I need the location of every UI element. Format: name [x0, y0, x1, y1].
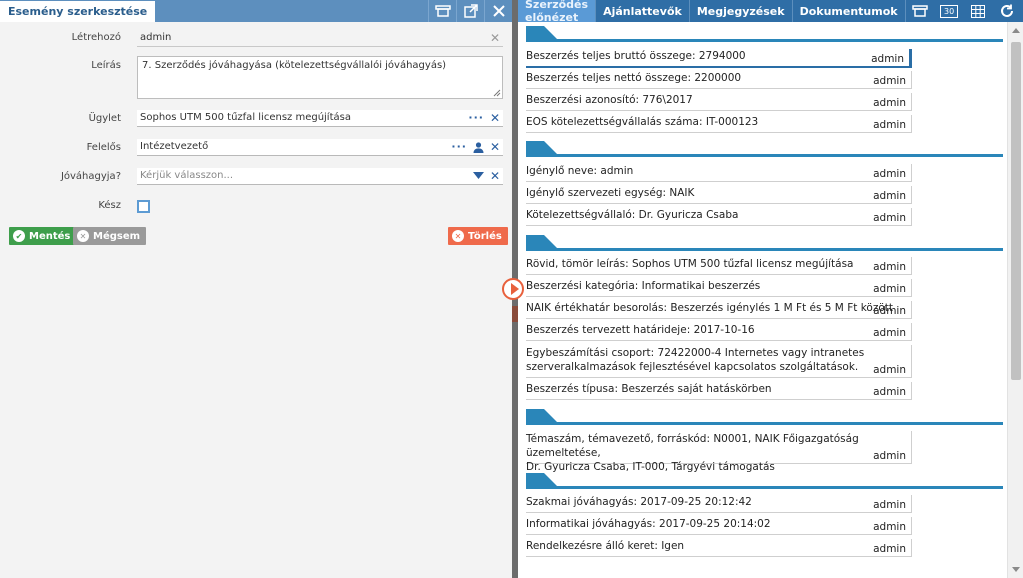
calendar-icon[interactable]: 30	[935, 0, 964, 22]
list-item: EOS kötelezettségvállalás száma: IT-0001…	[526, 115, 912, 133]
list-item: Beszerzés teljes nettó összege: 2200000 …	[526, 71, 912, 89]
grid-icon[interactable]	[964, 0, 993, 22]
tab-bidders[interactable]: Ajánlattevők	[596, 0, 690, 22]
done-checkbox[interactable]	[137, 200, 150, 213]
event-editor-title: Esemény szerkesztése	[0, 1, 156, 22]
refresh-icon[interactable]	[993, 0, 1022, 22]
list-item: Szakmai jóváhagyás: 2017-09-25 20:12:42 …	[526, 495, 912, 513]
list-item: Igénylő szervezeti egység: NAIK admin	[526, 186, 912, 204]
creator-value: admin	[140, 32, 172, 43]
popout-icon[interactable]	[456, 0, 484, 22]
close-icon[interactable]	[484, 0, 512, 22]
approver-select[interactable]: Kérjük válasszon... ✕	[137, 168, 503, 185]
list-item: Kötelezettségvállaló: Dr. Gyuricza Csaba…	[526, 208, 912, 226]
tab-documents[interactable]: Dokumentumok	[793, 0, 906, 22]
section-divider	[526, 422, 1003, 425]
list-item: Egybeszámítási csoport: 72422000-4 Inter…	[526, 345, 912, 378]
description-label: Leírás	[91, 60, 121, 71]
contract-preview-content: Beszerzés teljes bruttó összege: 2794000…	[518, 22, 1007, 578]
list-item: Igénylő neve: admin admin	[526, 164, 912, 182]
delete-icon: ✕	[452, 230, 464, 242]
tab-contract-preview[interactable]: Szerződés előnézet	[518, 0, 597, 24]
event-editor-panel: Esemény szerkesztése Létrehozó admin ✕ L…	[0, 0, 512, 578]
cancel-icon: ✕	[77, 230, 89, 242]
contract-preview-panel: Szerződés előnézet Ajánlattevők Megjegyz…	[518, 0, 1023, 578]
contract-tabs-header: Szerződés előnézet Ajánlattevők Megjegyz…	[518, 0, 1023, 24]
list-item: Témaszám, témavezető, forráskód: N0001, …	[526, 431, 912, 473]
dock-icon[interactable]	[906, 0, 935, 22]
list-item: NAIK értékhatár besorolás: Beszerzés igé…	[526, 301, 912, 319]
clear-icon: ✕	[489, 31, 500, 45]
section-marker	[526, 141, 558, 155]
scrollbar[interactable]	[1007, 22, 1023, 578]
responsible-label: Felelős	[86, 142, 121, 153]
delete-button[interactable]: ✕ Törlés	[448, 227, 508, 245]
collapse-arrow-icon[interactable]	[502, 278, 524, 300]
list-item: Rövid, tömör leírás: Sophos UTM 500 tűzf…	[526, 257, 912, 275]
responsible-field[interactable]: Intézetvezető ··· ✕	[137, 139, 503, 156]
section-marker	[526, 235, 558, 249]
event-editor-header: Esemény szerkesztése	[0, 0, 512, 22]
dropdown-arrow-icon[interactable]	[472, 172, 484, 180]
scrollbar-thumb[interactable]	[1011, 42, 1021, 380]
scroll-down-icon[interactable]	[1012, 567, 1020, 572]
section-divider	[526, 248, 1003, 251]
cancel-button[interactable]: ✕ Mégsem	[73, 227, 147, 245]
list-item: Informatikai jóváhagyás: 2017-09-25 20:1…	[526, 517, 912, 535]
save-label: Mentés	[29, 230, 71, 242]
section-marker	[526, 409, 558, 423]
cancel-label: Mégsem	[93, 230, 141, 242]
section-marker	[526, 473, 558, 487]
more-icon[interactable]: ···	[451, 141, 467, 152]
list-item: Beszerzés teljes bruttó összege: 2794000…	[526, 49, 912, 68]
case-value: Sophos UTM 500 tűzfal licensz megújítása	[140, 112, 351, 123]
section-divider	[526, 39, 1003, 42]
list-item: Beszerzési azonosító: 776\2017 admin	[526, 93, 912, 111]
creator-label: Létrehozó	[71, 32, 121, 43]
scroll-up-icon[interactable]	[1012, 28, 1020, 33]
section-marker	[526, 26, 558, 40]
dock-icon[interactable]	[428, 0, 456, 22]
calendar-badge: 30	[940, 4, 959, 18]
done-label: Kész	[98, 200, 121, 211]
case-field[interactable]: Sophos UTM 500 tűzfal licensz megújítása…	[137, 110, 503, 127]
section-divider	[526, 486, 1003, 489]
more-icon[interactable]: ···	[468, 112, 484, 123]
approver-placeholder: Kérjük válasszon...	[140, 170, 234, 181]
delete-label: Törlés	[468, 230, 502, 242]
description-textarea[interactable]: 7. Szerződés jóváhagyása (kötelezettségv…	[137, 56, 503, 99]
section-divider	[526, 154, 1003, 157]
clear-icon[interactable]: ✕	[490, 170, 500, 182]
save-button[interactable]: ✔ Mentés	[9, 227, 77, 245]
approver-label: Jóváhagyja?	[60, 171, 121, 182]
tab-comments[interactable]: Megjegyzések	[690, 0, 793, 22]
clear-icon[interactable]: ✕	[490, 112, 500, 124]
list-item: Beszerzési kategória: Informatikai besze…	[526, 279, 912, 297]
responsible-value: Intézetvezető	[140, 141, 209, 152]
check-icon: ✔	[13, 230, 25, 242]
list-item: Rendelkezésre álló keret: Igen admin	[526, 539, 912, 557]
resize-grip-icon[interactable]	[493, 89, 501, 97]
case-label: Ügylet	[88, 113, 121, 124]
creator-field: admin ✕	[137, 30, 503, 47]
list-item: Beszerzés tervezett határideje: 2017-10-…	[526, 323, 912, 341]
splitter-handle[interactable]	[512, 306, 518, 322]
clear-icon[interactable]: ✕	[490, 141, 500, 153]
user-icon[interactable]	[473, 141, 484, 153]
app: Esemény szerkesztése Létrehozó admin ✕ L…	[0, 0, 1023, 578]
description-value: 7. Szerződés jóváhagyása (kötelezettségv…	[142, 60, 447, 71]
list-item: Beszerzés típusa: Beszerzés saját hatásk…	[526, 382, 912, 400]
